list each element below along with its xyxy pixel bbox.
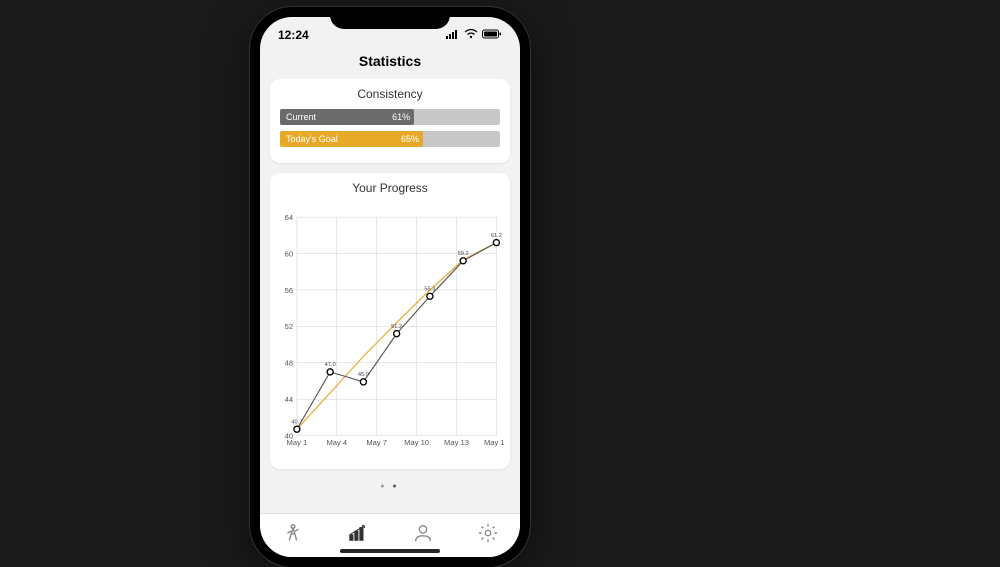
svg-text:47.0: 47.0 (325, 362, 336, 368)
status-right-cluster (446, 28, 502, 42)
consistency-card: Consistency Current 61% Today's Goal 65% (270, 79, 510, 163)
progress-chart-svg: 40444852566064May 1May 4May 7May 10May 1… (276, 203, 504, 463)
current-bar-value: 61% (392, 112, 410, 122)
svg-text:May 13: May 13 (444, 438, 469, 447)
goal-bar-track: Today's Goal 65% (280, 131, 500, 147)
svg-text:45.9: 45.9 (358, 372, 369, 378)
battery-icon (482, 28, 502, 42)
progress-chart: 40444852566064May 1May 4May 7May 10May 1… (276, 203, 504, 463)
nav-stats[interactable] (347, 522, 369, 549)
svg-text:64: 64 (285, 212, 293, 221)
nav-activity[interactable] (282, 522, 304, 549)
wifi-icon (464, 28, 478, 42)
nav-profile[interactable] (412, 522, 434, 549)
svg-text:51.2: 51.2 (391, 323, 402, 329)
notch (330, 7, 450, 29)
current-bar-fill: Current 61% (280, 109, 414, 125)
signal-icon (446, 28, 460, 42)
current-bar-label: Current (286, 112, 316, 122)
status-time: 12:24 (278, 28, 309, 42)
svg-text:60: 60 (285, 249, 293, 258)
page-indicator: ● ● (270, 479, 510, 494)
content: Consistency Current 61% Today's Goal 65%… (260, 79, 520, 513)
current-bar-track: Current 61% (280, 109, 500, 125)
svg-text:59.2: 59.2 (458, 251, 469, 257)
svg-text:May 1: May 1 (287, 438, 308, 447)
progress-title: Your Progress (276, 181, 504, 195)
goal-bar-fill: Today's Goal 65% (280, 131, 423, 147)
svg-text:May 4: May 4 (326, 438, 347, 447)
svg-text:61.2: 61.2 (491, 232, 502, 238)
consistency-title: Consistency (280, 87, 500, 101)
svg-text:44: 44 (285, 395, 293, 404)
home-indicator[interactable] (340, 549, 440, 553)
svg-text:May 16: May 16 (484, 438, 504, 447)
svg-text:40.7: 40.7 (291, 419, 302, 425)
screen: 12:24 Statistics Consistency Curren (260, 17, 520, 557)
goal-bar-value: 65% (401, 134, 419, 144)
svg-text:May 7: May 7 (366, 438, 387, 447)
svg-text:May 10: May 10 (404, 438, 429, 447)
svg-text:55.3: 55.3 (424, 286, 435, 292)
phone-frame: 12:24 Statistics Consistency Curren (250, 7, 530, 567)
progress-card: Your Progress 40444852566064May 1May 4Ma… (270, 173, 510, 469)
goal-bar-label: Today's Goal (286, 134, 338, 144)
svg-text:56: 56 (285, 285, 293, 294)
svg-text:48: 48 (285, 358, 293, 367)
nav-settings[interactable] (477, 522, 499, 549)
page-title: Statistics (260, 47, 520, 79)
svg-text:52: 52 (285, 322, 293, 331)
